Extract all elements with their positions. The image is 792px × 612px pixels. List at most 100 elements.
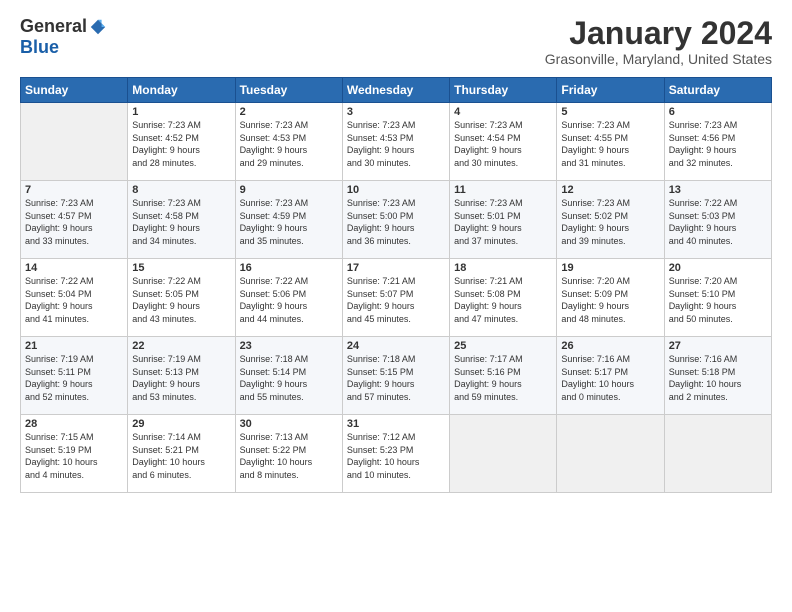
day-number: 21 bbox=[25, 340, 123, 352]
calendar-week-row: 1Sunrise: 7:23 AM Sunset: 4:52 PM Daylig… bbox=[21, 103, 772, 181]
day-number: 26 bbox=[561, 340, 659, 352]
day-info: Sunrise: 7:16 AM Sunset: 5:18 PM Dayligh… bbox=[669, 353, 767, 403]
day-number: 7 bbox=[25, 184, 123, 196]
table-row: 10Sunrise: 7:23 AM Sunset: 5:00 PM Dayli… bbox=[342, 181, 449, 259]
table-row: 3Sunrise: 7:23 AM Sunset: 4:53 PM Daylig… bbox=[342, 103, 449, 181]
table-row: 7Sunrise: 7:23 AM Sunset: 4:57 PM Daylig… bbox=[21, 181, 128, 259]
day-info: Sunrise: 7:23 AM Sunset: 4:59 PM Dayligh… bbox=[240, 197, 338, 247]
day-info: Sunrise: 7:15 AM Sunset: 5:19 PM Dayligh… bbox=[25, 431, 123, 481]
table-row: 2Sunrise: 7:23 AM Sunset: 4:53 PM Daylig… bbox=[235, 103, 342, 181]
day-info: Sunrise: 7:22 AM Sunset: 5:06 PM Dayligh… bbox=[240, 275, 338, 325]
calendar-header: Sunday Monday Tuesday Wednesday Thursday… bbox=[21, 78, 772, 103]
day-number: 22 bbox=[132, 340, 230, 352]
day-info: Sunrise: 7:23 AM Sunset: 4:55 PM Dayligh… bbox=[561, 119, 659, 169]
logo-blue: Blue bbox=[20, 37, 59, 58]
day-number: 27 bbox=[669, 340, 767, 352]
col-tuesday: Tuesday bbox=[235, 78, 342, 103]
table-row: 13Sunrise: 7:22 AM Sunset: 5:03 PM Dayli… bbox=[664, 181, 771, 259]
calendar-week-row: 28Sunrise: 7:15 AM Sunset: 5:19 PM Dayli… bbox=[21, 415, 772, 493]
weekday-header-row: Sunday Monday Tuesday Wednesday Thursday… bbox=[21, 78, 772, 103]
day-info: Sunrise: 7:16 AM Sunset: 5:17 PM Dayligh… bbox=[561, 353, 659, 403]
calendar-table: Sunday Monday Tuesday Wednesday Thursday… bbox=[20, 77, 772, 493]
table-row: 27Sunrise: 7:16 AM Sunset: 5:18 PM Dayli… bbox=[664, 337, 771, 415]
logo-general: General bbox=[20, 16, 87, 37]
day-info: Sunrise: 7:18 AM Sunset: 5:15 PM Dayligh… bbox=[347, 353, 445, 403]
table-row: 4Sunrise: 7:23 AM Sunset: 4:54 PM Daylig… bbox=[450, 103, 557, 181]
table-row: 25Sunrise: 7:17 AM Sunset: 5:16 PM Dayli… bbox=[450, 337, 557, 415]
day-info: Sunrise: 7:20 AM Sunset: 5:09 PM Dayligh… bbox=[561, 275, 659, 325]
day-number: 12 bbox=[561, 184, 659, 196]
table-row: 21Sunrise: 7:19 AM Sunset: 5:11 PM Dayli… bbox=[21, 337, 128, 415]
day-number: 14 bbox=[25, 262, 123, 274]
day-info: Sunrise: 7:19 AM Sunset: 5:11 PM Dayligh… bbox=[25, 353, 123, 403]
col-wednesday: Wednesday bbox=[342, 78, 449, 103]
table-row: 26Sunrise: 7:16 AM Sunset: 5:17 PM Dayli… bbox=[557, 337, 664, 415]
day-info: Sunrise: 7:23 AM Sunset: 5:02 PM Dayligh… bbox=[561, 197, 659, 247]
day-number: 3 bbox=[347, 106, 445, 118]
day-info: Sunrise: 7:22 AM Sunset: 5:03 PM Dayligh… bbox=[669, 197, 767, 247]
table-row: 6Sunrise: 7:23 AM Sunset: 4:56 PM Daylig… bbox=[664, 103, 771, 181]
col-sunday: Sunday bbox=[21, 78, 128, 103]
day-info: Sunrise: 7:20 AM Sunset: 5:10 PM Dayligh… bbox=[669, 275, 767, 325]
day-info: Sunrise: 7:23 AM Sunset: 4:53 PM Dayligh… bbox=[347, 119, 445, 169]
table-row: 8Sunrise: 7:23 AM Sunset: 4:58 PM Daylig… bbox=[128, 181, 235, 259]
day-info: Sunrise: 7:23 AM Sunset: 4:56 PM Dayligh… bbox=[669, 119, 767, 169]
table-row: 11Sunrise: 7:23 AM Sunset: 5:01 PM Dayli… bbox=[450, 181, 557, 259]
col-monday: Monday bbox=[128, 78, 235, 103]
day-info: Sunrise: 7:18 AM Sunset: 5:14 PM Dayligh… bbox=[240, 353, 338, 403]
table-row: 20Sunrise: 7:20 AM Sunset: 5:10 PM Dayli… bbox=[664, 259, 771, 337]
day-number: 24 bbox=[347, 340, 445, 352]
day-info: Sunrise: 7:13 AM Sunset: 5:22 PM Dayligh… bbox=[240, 431, 338, 481]
day-number: 8 bbox=[132, 184, 230, 196]
day-number: 25 bbox=[454, 340, 552, 352]
day-number: 10 bbox=[347, 184, 445, 196]
table-row: 1Sunrise: 7:23 AM Sunset: 4:52 PM Daylig… bbox=[128, 103, 235, 181]
logo-icon bbox=[89, 18, 107, 36]
col-friday: Friday bbox=[557, 78, 664, 103]
day-number: 18 bbox=[454, 262, 552, 274]
table-row bbox=[664, 415, 771, 493]
table-row: 22Sunrise: 7:19 AM Sunset: 5:13 PM Dayli… bbox=[128, 337, 235, 415]
day-info: Sunrise: 7:22 AM Sunset: 5:04 PM Dayligh… bbox=[25, 275, 123, 325]
day-number: 4 bbox=[454, 106, 552, 118]
title-section: January 2024 Grasonville, Maryland, Unit… bbox=[545, 16, 772, 67]
day-number: 17 bbox=[347, 262, 445, 274]
day-info: Sunrise: 7:23 AM Sunset: 5:01 PM Dayligh… bbox=[454, 197, 552, 247]
day-info: Sunrise: 7:12 AM Sunset: 5:23 PM Dayligh… bbox=[347, 431, 445, 481]
day-info: Sunrise: 7:17 AM Sunset: 5:16 PM Dayligh… bbox=[454, 353, 552, 403]
table-row: 16Sunrise: 7:22 AM Sunset: 5:06 PM Dayli… bbox=[235, 259, 342, 337]
day-info: Sunrise: 7:23 AM Sunset: 4:53 PM Dayligh… bbox=[240, 119, 338, 169]
day-number: 31 bbox=[347, 418, 445, 430]
table-row: 24Sunrise: 7:18 AM Sunset: 5:15 PM Dayli… bbox=[342, 337, 449, 415]
day-number: 11 bbox=[454, 184, 552, 196]
calendar-week-row: 7Sunrise: 7:23 AM Sunset: 4:57 PM Daylig… bbox=[21, 181, 772, 259]
day-number: 1 bbox=[132, 106, 230, 118]
day-number: 20 bbox=[669, 262, 767, 274]
page-header: General Blue January 2024 Grasonville, M… bbox=[20, 16, 772, 67]
col-thursday: Thursday bbox=[450, 78, 557, 103]
table-row: 9Sunrise: 7:23 AM Sunset: 4:59 PM Daylig… bbox=[235, 181, 342, 259]
day-number: 16 bbox=[240, 262, 338, 274]
table-row: 19Sunrise: 7:20 AM Sunset: 5:09 PM Dayli… bbox=[557, 259, 664, 337]
day-info: Sunrise: 7:22 AM Sunset: 5:05 PM Dayligh… bbox=[132, 275, 230, 325]
day-info: Sunrise: 7:14 AM Sunset: 5:21 PM Dayligh… bbox=[132, 431, 230, 481]
day-info: Sunrise: 7:23 AM Sunset: 4:57 PM Dayligh… bbox=[25, 197, 123, 247]
day-info: Sunrise: 7:23 AM Sunset: 4:58 PM Dayligh… bbox=[132, 197, 230, 247]
day-number: 30 bbox=[240, 418, 338, 430]
table-row: 14Sunrise: 7:22 AM Sunset: 5:04 PM Dayli… bbox=[21, 259, 128, 337]
table-row: 30Sunrise: 7:13 AM Sunset: 5:22 PM Dayli… bbox=[235, 415, 342, 493]
table-row bbox=[557, 415, 664, 493]
table-row bbox=[21, 103, 128, 181]
day-info: Sunrise: 7:21 AM Sunset: 5:08 PM Dayligh… bbox=[454, 275, 552, 325]
table-row: 5Sunrise: 7:23 AM Sunset: 4:55 PM Daylig… bbox=[557, 103, 664, 181]
day-number: 15 bbox=[132, 262, 230, 274]
day-number: 28 bbox=[25, 418, 123, 430]
table-row: 18Sunrise: 7:21 AM Sunset: 5:08 PM Dayli… bbox=[450, 259, 557, 337]
table-row: 28Sunrise: 7:15 AM Sunset: 5:19 PM Dayli… bbox=[21, 415, 128, 493]
day-number: 19 bbox=[561, 262, 659, 274]
day-info: Sunrise: 7:23 AM Sunset: 4:54 PM Dayligh… bbox=[454, 119, 552, 169]
day-number: 13 bbox=[669, 184, 767, 196]
calendar-page: General Blue January 2024 Grasonville, M… bbox=[0, 0, 792, 612]
table-row: 29Sunrise: 7:14 AM Sunset: 5:21 PM Dayli… bbox=[128, 415, 235, 493]
table-row: 31Sunrise: 7:12 AM Sunset: 5:23 PM Dayli… bbox=[342, 415, 449, 493]
